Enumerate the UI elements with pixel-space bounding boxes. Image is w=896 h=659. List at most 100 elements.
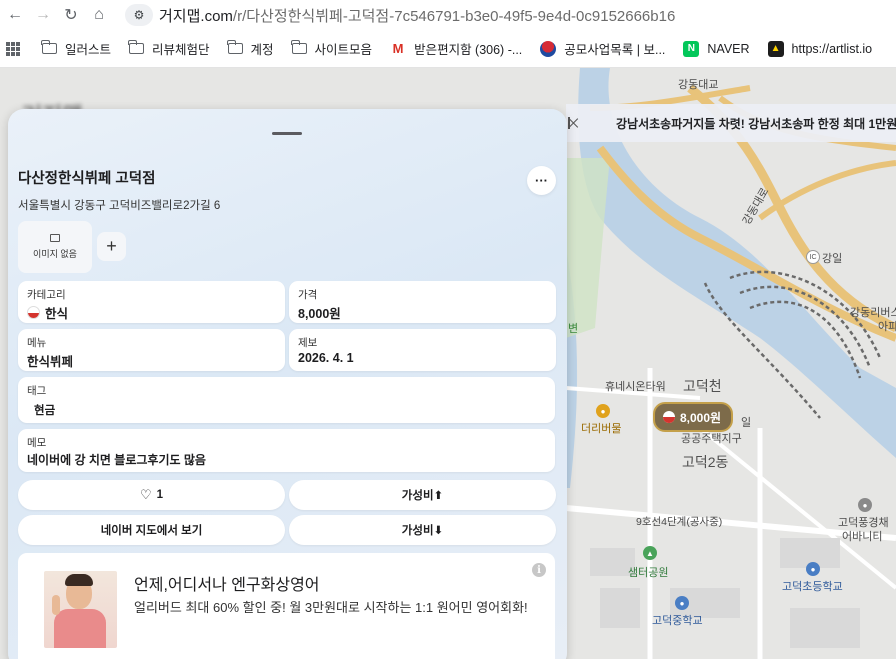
back-icon[interactable]: ← xyxy=(1,0,29,30)
close-banner-icon[interactable] xyxy=(568,117,570,129)
add-image-button[interactable]: + xyxy=(97,232,126,261)
memo-card: 메모 네이버에 강 치면 블로그후기도 많음 xyxy=(18,429,555,472)
url-host: 거지맵.com xyxy=(159,7,233,25)
reload-icon[interactable]: ↻ xyxy=(57,0,85,30)
info-icon[interactable]: i xyxy=(532,563,546,577)
site-info-icon[interactable]: ⚙ xyxy=(125,4,153,26)
map-label-aebeoni: 어바니티 xyxy=(842,531,883,543)
price-card: 가격 8,000원 xyxy=(289,281,556,323)
report-date: 2026. 4. 1 xyxy=(298,351,354,365)
bookmark-label: 받은편지함 (306) -... xyxy=(414,43,523,57)
menu-key: 메뉴 xyxy=(27,337,47,349)
ad-image xyxy=(44,571,117,648)
url-path: /r/다산정한식뷔페-고덕점-7c546791-b3e0-49f5-9e4d-0… xyxy=(232,7,676,25)
category-card: 카테고리 한식 xyxy=(18,281,285,323)
map-label-byeon: 변 xyxy=(568,323,579,335)
forward-icon[interactable]: → xyxy=(29,0,57,30)
category-value-text: 한식 xyxy=(45,307,69,321)
map-label-semteo: 샘터공원 xyxy=(628,567,669,579)
home-icon[interactable]: ⌂ xyxy=(85,0,113,30)
apartment-poi-icon: ● xyxy=(858,498,872,512)
heart-icon: ♡ xyxy=(139,487,152,502)
map-label-godeokcheon: 고덕천 xyxy=(683,378,722,394)
map-label-gangdong-bridge: 강동대교 xyxy=(678,79,719,91)
map-label-hwinesion: 휴네시온타워 xyxy=(605,381,666,393)
bookmark-review[interactable]: 리뷰체험단 xyxy=(128,39,210,58)
kimchi-bowl-icon xyxy=(663,411,675,423)
restaurant-poi-icon[interactable]: ● xyxy=(596,404,610,418)
address-bar[interactable]: 거지맵.com/r/다산정한식뷔페-고덕점-7c546791-b3e0-49f5… xyxy=(159,5,675,26)
ad-headline: 언제,어디서나 엔구화상영어 xyxy=(134,577,320,594)
restaurant-detail-sheet: 다산정한식뷔페 고덕점 ··· 서울특별시 강동구 고덕비즈밸리로2가길 6 이… xyxy=(8,109,567,659)
bookmark-label: NAVER xyxy=(707,41,750,56)
image-placeholder-label: 이미지 없음 xyxy=(33,249,77,259)
map-label-apa: 아파 xyxy=(878,321,896,333)
bookmark-label: 일러스트 xyxy=(65,43,112,57)
menu-card: 메뉴 한식뷔페 xyxy=(18,329,285,371)
map-label-deoribeomul: 더리버물 xyxy=(581,423,622,435)
map-label-gongeop: 공공주택지구 xyxy=(681,433,742,445)
tag-card: 태그 현금 xyxy=(18,377,555,423)
browser-toolbar: ← → ↻ ⌂ ⚙ 거지맵.com/r/다산정한식뷔페-고덕점-7c546791… xyxy=(0,0,896,30)
menu-value: 한식뷔페 xyxy=(27,355,74,369)
map-label-line9: 9호선4단계(공사중) xyxy=(636,516,723,528)
bookmark-account[interactable]: 계정 xyxy=(226,39,274,58)
value-up-button[interactable]: 가성비⬆ xyxy=(289,480,556,510)
map-label-gangil: 강일 xyxy=(822,253,843,265)
ad-body: 얼리버드 최대 60% 할인 중! 월 3만원대로 시작하는 1:1 원어민 영… xyxy=(134,600,528,615)
folder-icon xyxy=(226,40,243,54)
naver-icon: N xyxy=(683,40,700,57)
school-poi-icon-2: ● xyxy=(675,596,689,610)
like-button[interactable]: ♡ 1 xyxy=(18,480,285,510)
memo-value: 네이버에 강 치면 블로그후기도 많음 xyxy=(27,453,206,467)
tag-value: 현금 xyxy=(34,405,56,417)
bookmark-gov[interactable]: 공모사업목록 | 보... xyxy=(540,39,665,58)
report-key: 제보 xyxy=(298,337,318,349)
bookmark-label: 사이트모음 xyxy=(314,43,373,57)
price-value: 8,000원 xyxy=(298,307,341,321)
folder-icon xyxy=(41,40,57,54)
ic-icon: IC xyxy=(806,250,820,264)
bookmark-artlist[interactable]: ▲ https://artlist.io xyxy=(767,40,873,57)
price-key: 가격 xyxy=(298,289,318,301)
korea-gov-icon xyxy=(540,40,557,57)
promo-banner-text: 강남서초송파거지들 차렷! 강남서초송파 한정 최대 1만원 xyxy=(616,116,896,131)
bookmark-illust[interactable]: 일러스트 xyxy=(41,39,112,58)
bookmarks-bar: 일러스트 리뷰체험단 계정 사이트모음 M 받은편지함 (306) -... 공모… xyxy=(0,30,896,68)
bookmark-label: 계정 xyxy=(250,43,274,57)
category-key: 카테고리 xyxy=(27,289,66,301)
promo-banner[interactable]: 강남서초송파거지들 차렷! 강남서초송파 한정 최대 1만원 xyxy=(566,104,896,142)
price-marker[interactable]: 8,000원 xyxy=(653,402,734,432)
price-marker-label: 8,000원 xyxy=(680,410,722,425)
map-label-godeok2dong: 고덕2동 xyxy=(682,454,729,470)
ad-card[interactable]: 언제,어디서나 엔구화상영어 얼리버드 최대 60% 할인 중! 월 3만원대로… xyxy=(18,553,555,659)
naver-map-button[interactable]: 네이버 지도에서 보기 xyxy=(18,515,285,545)
drag-handle[interactable] xyxy=(272,132,302,135)
folder-icon xyxy=(290,40,307,54)
bookmark-label: https://artlist.io xyxy=(791,41,873,56)
restaurant-title: 다산정한식뷔페 고덕점 xyxy=(18,171,156,187)
gmail-icon: M xyxy=(392,41,404,56)
category-value: 한식 xyxy=(27,303,68,322)
school-poi-icon: ● xyxy=(806,562,820,576)
bookmark-label: 리뷰체험단 xyxy=(152,43,210,57)
image-icon xyxy=(50,234,60,242)
like-count: 1 xyxy=(156,489,164,501)
image-placeholder[interactable]: 이미지 없음 xyxy=(18,221,92,273)
kimchi-bowl-icon xyxy=(27,306,40,319)
more-options-button[interactable]: ··· xyxy=(527,166,556,195)
park-poi-icon: ▲ xyxy=(643,546,657,560)
artlist-icon: ▲ xyxy=(767,40,784,57)
map-label-il: 일 xyxy=(741,417,752,429)
map-label-godeok-elem: 고덕초등학교 xyxy=(782,581,843,593)
bookmark-naver[interactable]: N NAVER xyxy=(683,40,750,57)
bookmark-gmail[interactable]: M 받은편지함 (306) -... xyxy=(390,39,523,58)
apps-grid-icon[interactable] xyxy=(6,41,20,56)
bookmark-label: 공모사업목록 | 보... xyxy=(564,43,666,57)
restaurant-address: 서울특별시 강동구 고덕비즈밸리로2가길 6 xyxy=(18,200,221,212)
tag-key: 태그 xyxy=(27,385,47,397)
memo-key: 메모 xyxy=(27,437,47,449)
value-down-button[interactable]: 가성비⬇ xyxy=(289,515,556,545)
report-card: 제보 2026. 4. 1 xyxy=(289,329,556,371)
bookmark-sites[interactable]: 사이트모음 xyxy=(290,39,373,58)
